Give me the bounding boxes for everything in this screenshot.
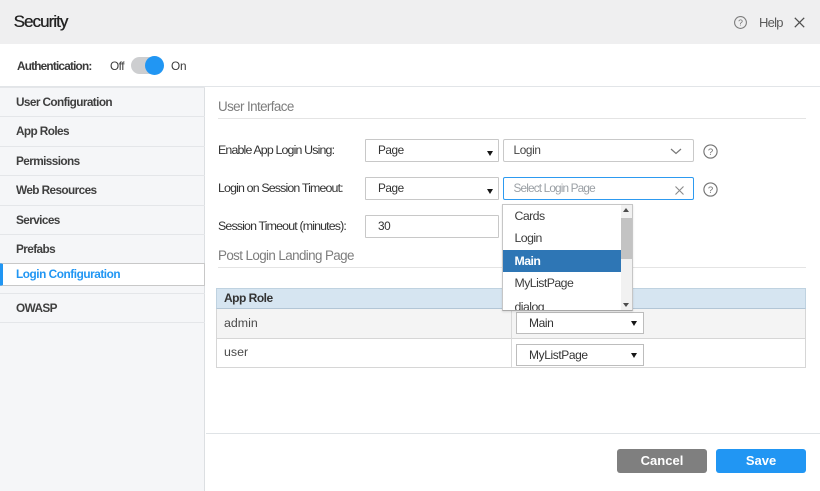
svg-text:?: ? [708,185,713,196]
svg-text:?: ? [738,18,743,28]
svg-text:?: ? [708,147,713,158]
